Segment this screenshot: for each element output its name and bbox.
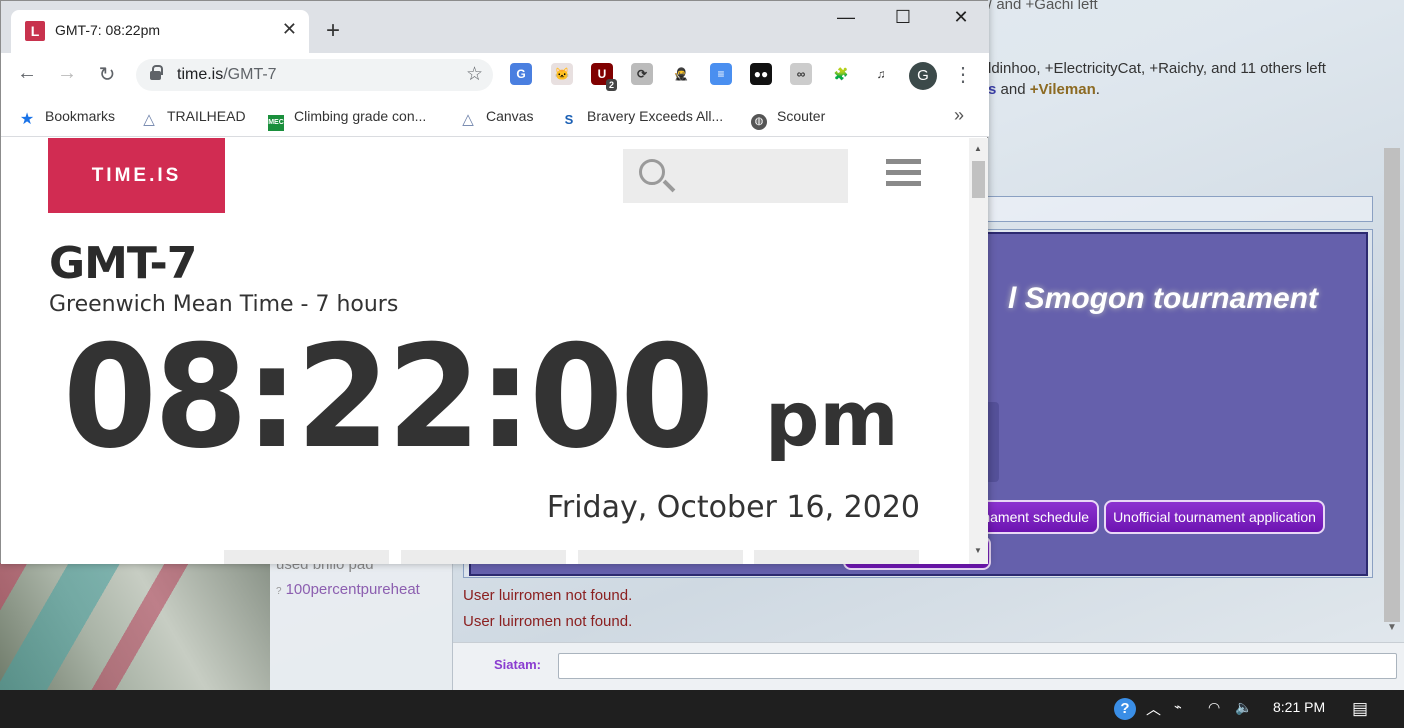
time-is-favicon-icon: L [25,21,45,41]
clock-ampm: pm [765,374,899,463]
page-scrollbar[interactable]: ▲ ▼ [969,138,988,564]
url-text: time.is/GMT-7 [177,66,277,83]
bookmark-item-scouter[interactable]: ◍ Scouter [751,108,825,130]
timezone-description: Greenwich Mean Time - 7 hours [49,292,399,317]
time-is-logo[interactable]: TIME.IS [48,138,225,213]
nav-tab-stub[interactable] [578,550,743,564]
scroll-down-arrow-icon[interactable]: ▼ [974,546,982,555]
maximize-button[interactable]: ☐ [888,7,918,28]
scroll-down-arrow-icon[interactable]: ▼ [1387,622,1397,633]
minimize-button[interactable]: — [831,7,861,28]
wifi-icon[interactable]: ◠ [1208,699,1220,716]
new-tab-button[interactable]: + [326,17,340,45]
address-bar[interactable]: time.is/GMT-7 ☆ [136,59,493,91]
tab-active[interactable]: L GMT-7: 08:22pm ✕ [11,10,309,53]
bookmark-item-trailhead[interactable]: △ TRAILHEAD [141,108,245,128]
background-artwork [0,563,270,690]
bookmarks-more-button[interactable]: » [954,105,964,126]
back-button[interactable]: ← [14,62,40,85]
user-list-item[interactable]: ? 100percentpureheat [270,577,452,602]
mec-icon: MEC [268,115,284,131]
puzzle-extensions-icon[interactable]: 🧩 [830,63,852,85]
chat-scrollbar[interactable] [1384,148,1400,622]
web-page: TIME.IS GMT-7 Greenwich Mean Time - 7 ho… [1,138,969,564]
browser-toolbar: ← → ↻ time.is/GMT-7 ☆ G 🐱 U 2 ⟳ 🥷 ≡ ●● ∞ 🧩 ♫ G ⋮ [1,53,989,97]
close-window-button[interactable]: ✕ [946,7,976,28]
clock-time: 08:22:00 [63,315,714,480]
taskbar-clock[interactable]: 8:21 PM [1273,699,1325,715]
scrollbar-thumb[interactable] [972,161,985,198]
nav-tab-stub[interactable] [754,550,919,564]
notifications-icon[interactable]: ▤ [1352,699,1368,719]
cat-extension-icon[interactable]: 🐱 [551,63,573,85]
power-icon[interactable]: ⌁ [1174,699,1182,715]
bookmark-item-bravery[interactable]: S Bravery Exceeds All... [561,108,724,128]
chat-input-row: Siatam: [453,642,1404,690]
star-icon: ★ [19,111,35,128]
show-hidden-icons-chevron-icon[interactable]: ︿ [1146,698,1161,719]
scroll-up-arrow-icon[interactable]: ▲ [974,144,982,153]
bravery-icon: S [564,112,574,127]
tab-title: GMT-7: 08:22pm [55,22,161,38]
browser-window: L GMT-7: 08:22pm ✕ + — ☐ ✕ ← → ↻ time.is… [0,0,989,564]
user-rank-symbol: ? [276,586,282,597]
site-search-box[interactable] [623,149,848,203]
user-list: used brillo pad ? 100percentpureheat [270,548,453,690]
timezone-heading: GMT-7 [49,238,197,289]
current-date: Friday, October 16, 2020 [546,490,920,525]
menu-kebab-icon[interactable]: ⋮ [953,62,973,87]
bookmark-item-bookmarks[interactable]: ★ Bookmarks [19,108,115,128]
globe-icon: ◍ [751,114,767,130]
trailhead-icon: △ [143,111,155,128]
error-message: User luirromen not found. [463,587,633,604]
media-queue-icon[interactable]: ♫ [870,63,892,85]
canvas-icon: △ [462,111,474,128]
sync-icon[interactable]: ⟳ [631,63,653,85]
nav-tab-stub[interactable] [224,550,389,564]
close-tab-icon[interactable]: ✕ [282,19,297,40]
forward-button[interactable]: → [54,62,80,85]
incognito-icon[interactable]: 🥷 [670,63,692,85]
error-message: User luirromen not found. [463,613,633,630]
tab-strip: L GMT-7: 08:22pm ✕ + — ☐ ✕ [1,1,989,53]
google-translate-icon[interactable]: G [510,63,532,85]
docs-icon[interactable]: ≡ [710,63,732,85]
lock-icon[interactable] [150,65,163,80]
chat-input[interactable] [558,653,1397,679]
chat-input-label: Siatam: [494,657,541,672]
bookmark-item-canvas[interactable]: △ Canvas [460,108,533,128]
reload-button[interactable]: ↻ [94,62,120,87]
hamburger-menu-icon[interactable] [886,159,921,190]
tampermonkey-icon[interactable]: ●● [750,63,772,85]
bookmark-star-icon[interactable]: ☆ [466,63,483,86]
nav-tab-stub[interactable] [401,550,566,564]
bookmark-item-climbing[interactable]: MEC Climbing grade con... [268,108,426,131]
search-icon [639,159,665,185]
windows-taskbar: ? ︿ ⌁ ◠ 🔈 8:21 PM ▤ [0,690,1404,728]
profile-avatar[interactable]: G [909,62,937,90]
help-icon[interactable]: ? [1114,698,1136,720]
volume-icon[interactable]: 🔈 [1235,699,1252,716]
extension-badge: 2 [605,79,617,91]
ublock-icon[interactable]: U2 [591,63,617,91]
infinity-icon[interactable]: ∞ [790,63,812,85]
bookmarks-bar: ★ Bookmarks △ TRAILHEAD MEC Climbing grade … [1,97,989,137]
